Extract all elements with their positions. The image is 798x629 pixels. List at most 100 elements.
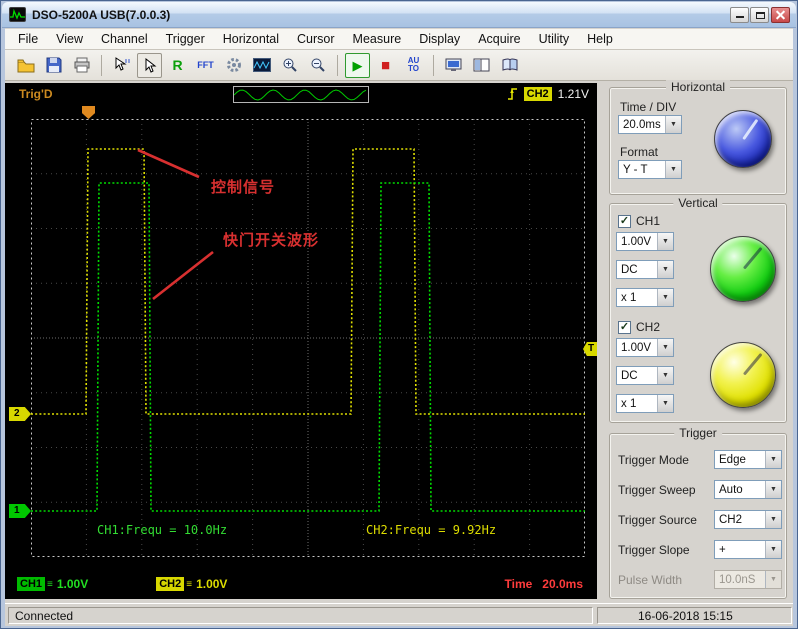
ch1-scale-readout: 1.00V (56, 577, 89, 591)
menu-item-cursor[interactable]: Cursor (288, 29, 344, 50)
display-settings-button[interactable] (441, 53, 466, 78)
save-button[interactable] (41, 53, 66, 78)
menu-item-display[interactable]: Display (410, 29, 469, 50)
ch2-coupling-select[interactable]: DC ▼ (616, 366, 674, 385)
format-select[interactable]: Y - T ▼ (618, 160, 682, 179)
chevron-down-icon[interactable]: ▼ (765, 511, 781, 528)
chevron-down-icon[interactable]: ▼ (657, 339, 673, 356)
menu-item-channel[interactable]: Channel (92, 29, 157, 50)
chevron-down-icon[interactable]: ▼ (657, 261, 673, 278)
zoom-out-button[interactable] (305, 53, 330, 78)
menu-item-trigger[interactable]: Trigger (157, 29, 214, 50)
waveform-display-button[interactable] (249, 53, 274, 78)
trigger-sweep-select[interactable]: Auto ▼ (714, 480, 782, 499)
close-button[interactable] (771, 7, 790, 23)
annotation-control-signal: 控制信号 (211, 179, 276, 196)
vertical-group: Vertical ✓ CH1 1.00V ▼ DC ▼ x 1 ▼ ✓ CH2 … (609, 196, 787, 423)
ch2-probe-value: x 1 (621, 397, 637, 410)
stop-acquisition-button[interactable]: ■ (373, 53, 398, 78)
waveform-icon (252, 58, 271, 72)
chevron-down-icon[interactable]: ▼ (657, 233, 673, 250)
trigger-mode-label: Trigger Mode (618, 453, 689, 467)
chevron-down-icon[interactable]: ▼ (765, 451, 781, 468)
ch1-probe-select[interactable]: x 1 ▼ (616, 288, 674, 307)
ch1-enable-checkbox[interactable]: ✓ CH1 (618, 214, 660, 228)
cursor-measure-button[interactable] (109, 53, 134, 78)
menu-item-acquire[interactable]: Acquire (469, 29, 529, 50)
chevron-down-icon[interactable]: ▼ (765, 481, 781, 498)
ch2-volts-select[interactable]: 1.00V ▼ (616, 338, 674, 357)
pulse-width-value: 10.0nS (719, 573, 756, 586)
chevron-down-icon[interactable]: ▼ (657, 367, 673, 384)
menu-item-help[interactable]: Help (578, 29, 622, 50)
trigger-mode-value: Edge (719, 453, 746, 466)
open-button[interactable] (13, 53, 38, 78)
trigger-slope-select[interactable]: + ▼ (714, 540, 782, 559)
ch2-probe-select[interactable]: x 1 ▼ (616, 394, 674, 413)
help-book-icon (502, 58, 517, 71)
ch2-checkbox-label: CH2 (636, 320, 661, 334)
check-icon: ✓ (619, 320, 630, 333)
channel-info-bar: CH1 ≡ 1.00V CH2 ≡ 1.00V Time 20.0ms (5, 571, 597, 597)
chevron-down-icon[interactable]: ▼ (665, 161, 681, 178)
ch1-volts-select[interactable]: 1.00V ▼ (616, 232, 674, 251)
ch1-coupling-select[interactable]: DC ▼ (616, 260, 674, 279)
ch2-enable-checkbox[interactable]: ✓ CH2 (618, 320, 660, 334)
toolbar-separator (101, 54, 102, 76)
ch1-ground-marker[interactable]: 1 (9, 504, 31, 518)
datetime-status: 16-06-2018 15:15 (597, 607, 792, 624)
settings-gear-button[interactable] (221, 53, 246, 78)
time-div-select[interactable]: 20.0ms ▼ (618, 115, 682, 134)
menu-item-file[interactable]: File (9, 29, 47, 50)
auto-setup-button[interactable]: AU TO (401, 53, 426, 78)
pulse-width-select: 10.0nS ▼ (714, 570, 782, 589)
menu-item-view[interactable]: View (47, 29, 92, 50)
chevron-down-icon[interactable]: ▼ (765, 541, 781, 558)
menu-item-measure[interactable]: Measure (344, 29, 411, 50)
ch1-vertical-knob[interactable] (710, 236, 776, 302)
minimize-icon (736, 16, 744, 18)
ch2-badge: CH2 (156, 577, 185, 591)
chevron-down-icon[interactable]: ▼ (665, 116, 681, 133)
refresh-r-button[interactable]: R (165, 53, 190, 78)
ch2-vertical-knob[interactable] (710, 342, 776, 408)
time-div-label: Time / DIV (620, 100, 677, 114)
maximize-button[interactable] (750, 7, 769, 23)
stop-icon: ■ (380, 56, 391, 74)
coupling-icon: ≡ (186, 578, 193, 590)
play-icon: ▶ (352, 57, 363, 73)
menu-item-utility[interactable]: Utility (530, 29, 579, 50)
trigger-group-title: Trigger (674, 426, 722, 440)
knob-pointer (698, 330, 788, 420)
print-button[interactable] (69, 53, 94, 78)
ch1-volts-value: 1.00V (621, 235, 652, 248)
trigger-source-select[interactable]: CH2 ▼ (714, 510, 782, 529)
select-tool-button[interactable] (137, 52, 162, 78)
horizontal-knob[interactable] (714, 110, 772, 168)
minimize-button[interactable] (730, 7, 749, 23)
trigger-slope-value: + (719, 543, 726, 556)
trigger-source-value: CH2 (719, 513, 743, 526)
knob-pointer (698, 224, 788, 314)
chevron-down-icon[interactable]: ▼ (657, 289, 673, 306)
help-button[interactable] (497, 53, 522, 78)
app-icon (9, 7, 26, 22)
menu-item-horizontal[interactable]: Horizontal (214, 29, 288, 50)
panel-layout-button[interactable] (469, 53, 494, 78)
time-div-value: 20.0ms (623, 118, 661, 131)
toolbar-separator (433, 54, 434, 76)
ch1-badge: CH1 (17, 577, 46, 591)
fft-icon: FFT (197, 60, 214, 70)
trigger-mode-select[interactable]: Edge ▼ (714, 450, 782, 469)
annotation-shutter-waveform: 快门开关波形 (223, 232, 320, 249)
chevron-down-icon[interactable]: ▼ (657, 395, 673, 412)
trigger-position-marker[interactable] (82, 106, 95, 119)
ch2-ground-marker[interactable]: 2 (9, 407, 31, 421)
start-acquisition-button[interactable]: ▶ (345, 52, 370, 78)
ch1-frequency-readout: CH1:Frequ = 10.0Hz (97, 523, 228, 537)
trigger-level-marker[interactable]: T (583, 342, 597, 356)
zoom-in-button[interactable] (277, 53, 302, 78)
fft-button[interactable]: FFT (193, 53, 218, 78)
waveform-preview (233, 86, 369, 103)
title-bar[interactable]: DSO-5200A USB(7.0.0.3) (2, 2, 796, 28)
